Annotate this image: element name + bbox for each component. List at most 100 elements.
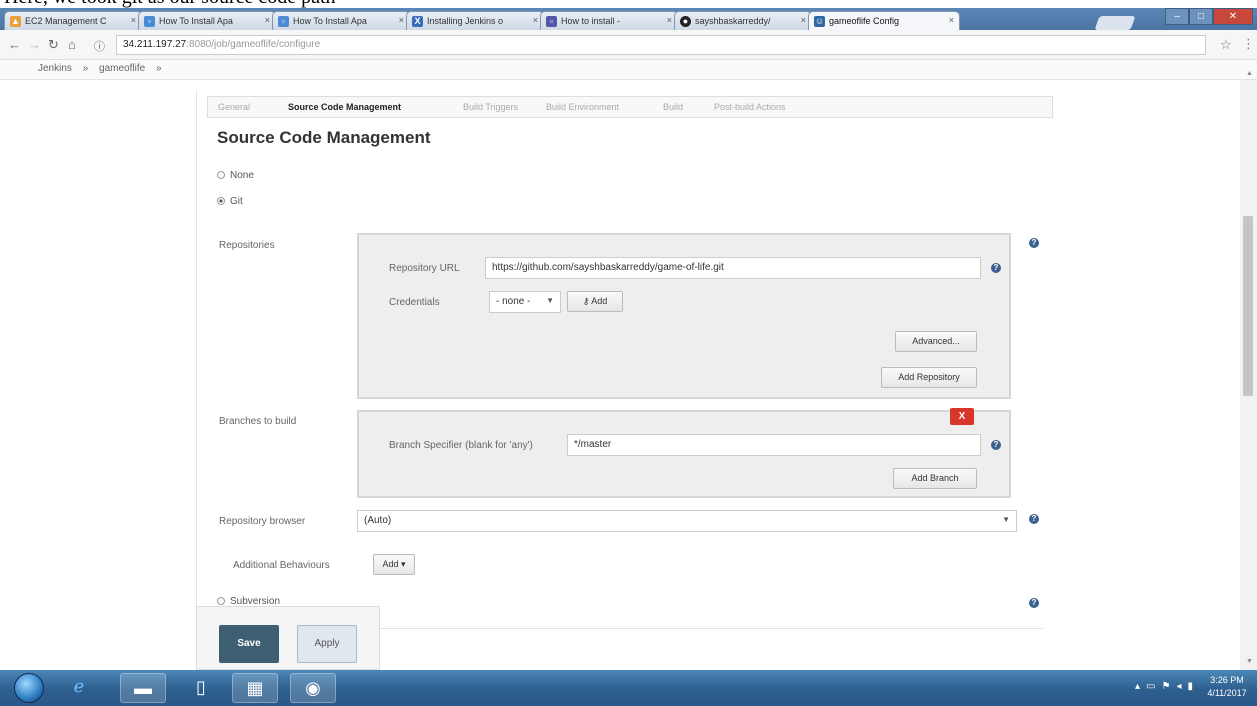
new-tab-button[interactable] — [1094, 16, 1136, 30]
close-icon[interactable]: × — [533, 15, 538, 25]
flag-icon[interactable]: ⚑ — [1161, 681, 1176, 692]
help-icon[interactable]: ? — [1029, 238, 1039, 248]
breadcrumb-gameoflife[interactable]: gameoflife — [99, 63, 145, 74]
branch-specifier-input[interactable]: */master — [567, 434, 981, 456]
aws-icon: ▲ — [10, 16, 21, 27]
breadcrumb-separator: » — [82, 63, 89, 74]
home-icon[interactable]: ⌂ — [68, 37, 76, 52]
browser-tab-apache-2[interactable]: ▫ How To Install Apa × — [272, 11, 410, 30]
browser-tab-strip: ▲ EC2 Management C × ▫ How To Install Ap… — [0, 8, 1257, 30]
radio-label: None — [230, 170, 254, 181]
close-icon[interactable]: × — [265, 15, 270, 25]
close-icon[interactable]: × — [131, 15, 136, 25]
add-branch-button[interactable]: Add Branch — [893, 468, 977, 489]
start-button[interactable] — [14, 673, 44, 703]
browser-tab-gameoflife-config[interactable]: ☺ gameoflife Config × — [808, 11, 960, 30]
tab-label: gameoflife Config — [829, 16, 900, 26]
credentials-select[interactable]: - none - ▼ — [489, 291, 561, 313]
repository-browser-select[interactable]: (Auto) ▼ — [357, 510, 1017, 532]
url-input[interactable]: 34.211.197.27:8080/job/gameoflife/config… — [116, 35, 1206, 55]
repository-url-label: Repository URL — [389, 263, 460, 274]
windows-taskbar: e ▬ ▯ ▦ ◉ ▴▭⚑◂▮ 3:26 PM 4/11/2017 — [0, 670, 1257, 706]
browser-tab-how-to-install[interactable]: ▫ How to install - × — [540, 11, 678, 30]
close-icon[interactable]: × — [949, 15, 954, 25]
github-icon: ● — [680, 16, 691, 27]
back-icon[interactable]: ← — [8, 37, 21, 52]
close-icon[interactable]: × — [801, 15, 806, 25]
repository-config-box: Repository URL https://github.com/sayshb… — [357, 233, 1011, 399]
advanced-button[interactable]: Advanced... — [895, 331, 977, 352]
add-credentials-button[interactable]: ⚷ Add — [567, 291, 623, 312]
add-repository-button[interactable]: Add Repository — [881, 367, 977, 388]
repository-url-input[interactable]: https://github.com/sayshbaskarreddy/game… — [485, 257, 981, 279]
radio-icon — [217, 171, 225, 179]
page-icon: ▫ — [278, 16, 289, 27]
help-icon[interactable]: ? — [1029, 598, 1039, 608]
credentials-value: - none - — [496, 296, 531, 307]
tab-source-code-management[interactable]: Source Code Management — [288, 102, 401, 112]
chevron-down-icon: ▼ — [1002, 515, 1010, 524]
radio-label: Git — [230, 196, 243, 207]
maximize-button[interactable]: □ — [1189, 8, 1213, 25]
chevron-up-icon[interactable]: ▴ — [1135, 681, 1146, 692]
system-tray: ▴▭⚑◂▮ — [1135, 681, 1199, 692]
browser-tab-github[interactable]: ● sayshbaskarreddy/ × — [674, 11, 812, 30]
file-explorer-icon[interactable]: ▬ — [120, 673, 166, 703]
forward-icon[interactable]: → — [28, 37, 41, 52]
url-path: :8080/job/gameoflife/configure — [186, 39, 321, 50]
breadcrumb-jenkins[interactable]: Jenkins — [38, 63, 72, 74]
tab-post-build-actions[interactable]: Post-build Actions — [714, 102, 786, 112]
power-icon[interactable]: ▮ — [1187, 681, 1199, 692]
scm-radio-none[interactable]: None — [217, 170, 254, 181]
minimize-button[interactable]: – — [1165, 8, 1189, 25]
section-title: Source Code Management — [217, 128, 431, 147]
config-section-tabs: General Source Code Management Build Tri… — [207, 96, 1053, 118]
info-icon[interactable]: ⓘ — [94, 38, 105, 54]
branch-config-box: X Branch Specifier (blank for 'any') */m… — [357, 408, 1011, 498]
tab-build-environment[interactable]: Build Environment — [546, 102, 619, 112]
taskbar-clock[interactable]: 3:26 PM 4/11/2017 — [1205, 674, 1249, 700]
add-behaviour-button[interactable]: Add ▾ — [373, 554, 415, 575]
radio-icon — [217, 197, 225, 205]
clock-date: 4/11/2017 — [1207, 688, 1247, 698]
tab-general[interactable]: General — [218, 102, 250, 112]
bookmark-star-icon[interactable]: ☆ — [1220, 37, 1232, 53]
address-bar: ← → ↻ ⌂ ⓘ 34.211.197.27:8080/job/gameofl… — [0, 30, 1257, 60]
help-icon[interactable]: ? — [991, 440, 1001, 450]
help-icon[interactable]: ? — [991, 263, 1001, 273]
close-icon[interactable]: × — [399, 15, 404, 25]
apply-button[interactable]: Apply — [297, 625, 357, 663]
repository-browser-value: (Auto) — [364, 515, 392, 526]
reload-icon[interactable]: ↻ — [48, 37, 59, 53]
browser-tab-jenkins-install[interactable]: X Installing Jenkins o × — [406, 11, 544, 30]
chevron-down-icon: ▼ — [546, 296, 554, 305]
chrome-icon[interactable]: ◉ — [290, 673, 336, 703]
browser-tab-ec2[interactable]: ▲ EC2 Management C × — [4, 11, 142, 30]
close-icon[interactable]: × — [667, 15, 672, 25]
tab-build-triggers[interactable]: Build Triggers — [463, 102, 518, 112]
menu-dots-icon[interactable]: ⋮ — [1242, 36, 1255, 52]
help-icon[interactable]: ? — [1029, 514, 1039, 524]
delete-branch-button[interactable]: X — [950, 408, 974, 425]
control-panel-icon[interactable]: ▦ — [232, 673, 278, 703]
tab-label: sayshbaskarreddy/ — [695, 16, 771, 26]
document-icon[interactable]: ▯ — [178, 673, 224, 703]
close-window-button[interactable]: ✕ — [1213, 8, 1253, 25]
volume-icon[interactable]: ◂ — [1176, 681, 1187, 692]
jenkins-icon: ☺ — [814, 16, 825, 27]
save-button[interactable]: Save — [219, 625, 279, 663]
scroll-up-icon[interactable]: ▲ — [1246, 70, 1253, 77]
browser-tab-apache-1[interactable]: ▫ How To Install Apa × — [138, 11, 276, 30]
scrollbar-thumb[interactable] — [1243, 216, 1253, 396]
scroll-down-icon[interactable]: ▼ — [1246, 658, 1253, 665]
repositories-label: Repositories — [219, 240, 275, 251]
scm-radio-git[interactable]: Git — [217, 196, 243, 207]
tab-build[interactable]: Build — [663, 102, 683, 112]
network-icon[interactable]: ▭ — [1146, 681, 1161, 692]
branch-specifier-label: Branch Specifier (blank for 'any') — [389, 440, 533, 451]
branches-label: Branches to build — [219, 416, 297, 427]
caption-text: Here, we took git as our source code pat… — [4, 0, 336, 8]
internet-explorer-icon[interactable]: e — [56, 673, 102, 703]
tab-label: How To Install Apa — [159, 16, 233, 26]
job-config-panel: General Source Code Management Build Tri… — [196, 90, 1060, 670]
